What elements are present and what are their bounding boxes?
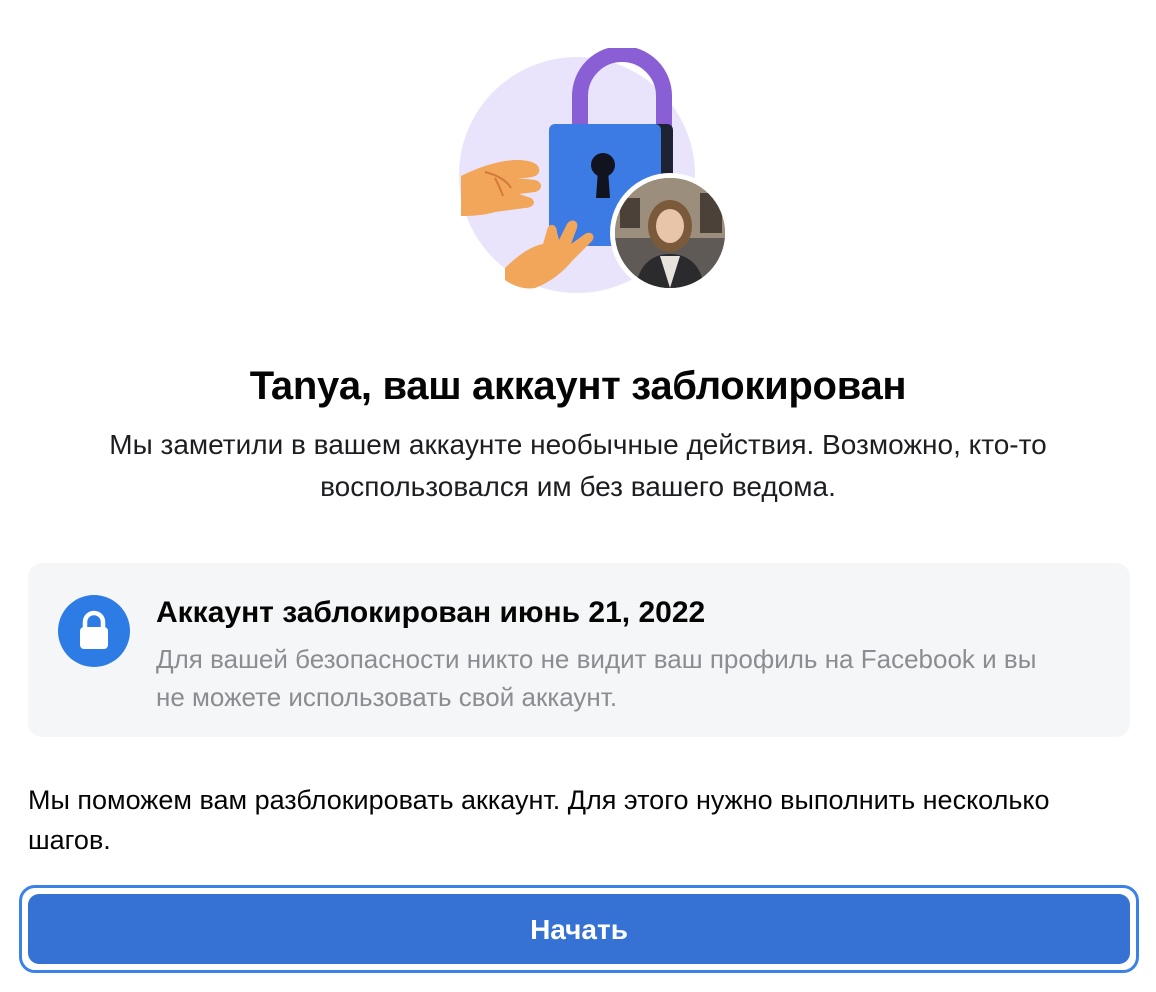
locked-account-illustration [455,48,740,303]
lock-status-description: Для вашей безопасности никто не видит ва… [156,644,1037,712]
lock-icon [58,595,130,667]
page-title: Tanya, ваш аккаунт заблокирован [249,364,907,408]
help-text: Мы поможем вам разблокировать аккаунт. Д… [28,785,1050,855]
account-locked-page: Tanya, ваш аккаунт заблокирован Мы замет… [0,0,1156,992]
start-button[interactable]: Начать [28,894,1130,964]
padlock-illustration-icon [459,48,730,293]
lock-status-card: Аккаунт заблокирован июнь 21, 2022 Для в… [28,563,1130,737]
start-button-focus-ring: Начать [19,885,1139,973]
page-subtitle: Мы заметили в вашем аккаунте необычные д… [109,429,1047,502]
lock-status-heading: Аккаунт заблокирован июнь 21, 2022 [156,596,706,629]
